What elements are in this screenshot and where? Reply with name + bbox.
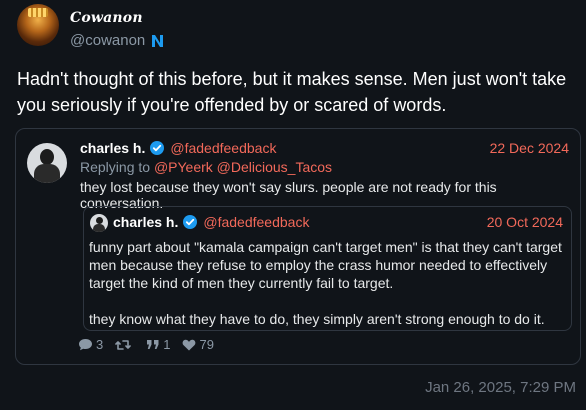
quoted-stats: 3 1 79 <box>78 337 226 352</box>
quoted-handle[interactable]: @fadedfeedback <box>170 140 276 156</box>
heart-icon <box>183 339 196 350</box>
author-handle[interactable]: @cowanon <box>70 32 145 49</box>
inner-quoted-post[interactable]: charles h. @fadedfeedback 20 Oct 2024 fu… <box>83 206 572 331</box>
retweet-icon <box>115 339 132 350</box>
quoted-name[interactable]: charles h. <box>80 140 145 156</box>
author-avatar[interactable] <box>17 4 59 46</box>
verified-icon <box>150 141 165 155</box>
inner-quoted-name[interactable]: charles h. <box>113 214 178 230</box>
inner-quoted-paragraph-1: funny part about "kamala campaign can't … <box>89 239 562 291</box>
author-text: Cowanon @cowanon <box>70 4 164 49</box>
n-badge-icon <box>152 34 164 47</box>
inner-quoted-paragraph-2: they know what they have to do, they sim… <box>89 311 545 327</box>
author-display-name[interactable]: Cowanon <box>70 10 164 26</box>
replying-to-label: Replying to <box>80 159 151 175</box>
quoted-avatar[interactable] <box>27 143 67 183</box>
reply-stat[interactable]: 3 <box>78 337 103 352</box>
reply-count: 3 <box>96 337 104 352</box>
post-text: Hadn't thought of this before, but it ma… <box>17 69 567 115</box>
inner-quoted-date[interactable]: 20 Oct 2024 <box>487 214 563 230</box>
post-page: Cowanon @cowanon Hadn't thought of this … <box>0 0 586 410</box>
inner-quoted-handle[interactable]: @fadedfeedback <box>203 214 309 230</box>
author-handle-row: @cowanon <box>70 32 164 49</box>
inner-quoted-avatar[interactable] <box>90 214 108 232</box>
quoted-post[interactable]: charles h. @fadedfeedback 22 Dec 2024 Re… <box>15 128 581 365</box>
inner-quoted-body: funny part about "kamala campaign can't … <box>89 238 567 328</box>
replying-to: Replying to @PYeerk @Delicious_Tacos <box>80 159 332 175</box>
quote-stat[interactable]: 1 <box>146 337 170 352</box>
like-stat[interactable]: 79 <box>182 337 214 352</box>
verified-icon <box>183 215 198 229</box>
inner-quoted-name-row: charles h. @fadedfeedback <box>113 214 309 230</box>
quoted-date[interactable]: 22 Dec 2024 <box>490 140 569 156</box>
post-timestamp[interactable]: Jan 26, 2025, 7:29 PM <box>425 379 576 396</box>
quote-count: 1 <box>163 337 171 352</box>
retweet-stat[interactable] <box>115 339 134 351</box>
quoted-name-row: charles h. @fadedfeedback <box>80 140 276 156</box>
reply-icon <box>79 339 92 351</box>
post-author: Cowanon @cowanon <box>17 4 164 49</box>
like-count: 79 <box>199 337 214 352</box>
replying-to-mentions[interactable]: @PYeerk @Delicious_Tacos <box>154 159 332 175</box>
quote-icon <box>147 340 159 349</box>
